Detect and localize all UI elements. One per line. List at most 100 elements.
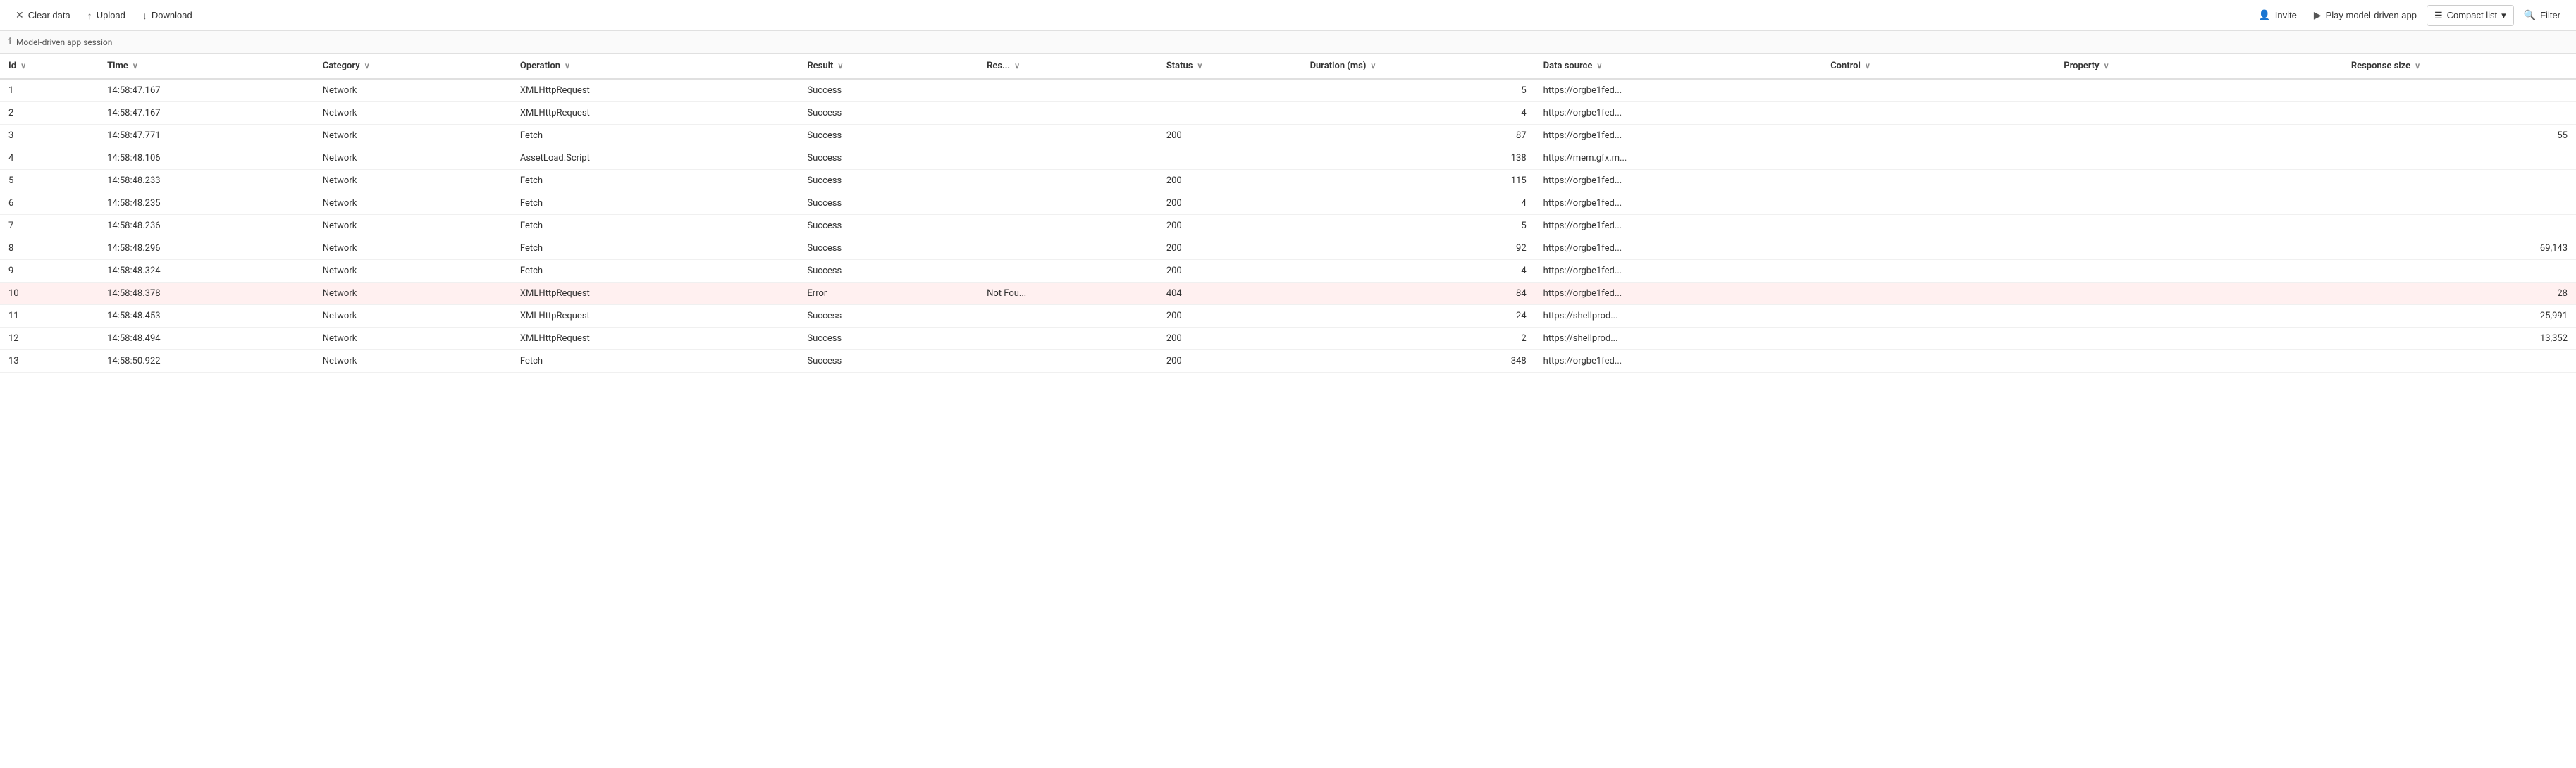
cell-responsesize: 25,991 bbox=[2343, 305, 2576, 328]
table-row[interactable]: 814:58:48.296NetworkFetchSuccess20092htt… bbox=[0, 237, 2576, 260]
col-header-res[interactable]: Res... ∨ bbox=[978, 54, 1158, 79]
cell-status bbox=[1158, 102, 1302, 125]
table-row[interactable]: 414:58:48.106NetworkAssetLoad.ScriptSucc… bbox=[0, 147, 2576, 170]
col-header-responsesize[interactable]: Response size ∨ bbox=[2343, 54, 2576, 79]
cell-result: Success bbox=[799, 260, 978, 283]
cell-time: 14:58:47.167 bbox=[99, 79, 314, 102]
cell-responsesize bbox=[2343, 79, 2576, 102]
cell-responsesize: 69,143 bbox=[2343, 237, 2576, 260]
cell-datasource: https://shellprod... bbox=[1535, 328, 1823, 350]
clear-data-label: Clear data bbox=[28, 10, 70, 20]
sort-icon-time: ∨ bbox=[133, 61, 138, 70]
col-header-time[interactable]: Time ∨ bbox=[99, 54, 314, 79]
toolbar: ✕ Clear data ↑ Upload ↓ Download 👤 Invit… bbox=[0, 0, 2576, 31]
cell-status: 200 bbox=[1158, 215, 1302, 237]
cell-responsesize bbox=[2343, 350, 2576, 373]
compact-list-button[interactable]: ☰ Compact list ▾ bbox=[2427, 5, 2514, 26]
cell-control bbox=[1822, 283, 2055, 305]
cell-duration: 4 bbox=[1302, 192, 1535, 215]
cell-responsesize bbox=[2343, 260, 2576, 283]
table-row[interactable]: 1014:58:48.378NetworkXMLHttpRequestError… bbox=[0, 283, 2576, 305]
cell-operation: XMLHttpRequest bbox=[512, 305, 799, 328]
cell-result: Error bbox=[799, 283, 978, 305]
cell-property bbox=[2055, 283, 2343, 305]
table-header-row: Id ∨ Time ∨ Category ∨ bbox=[0, 54, 2576, 79]
cell-status bbox=[1158, 79, 1302, 102]
play-label: Play model-driven app bbox=[2326, 10, 2417, 20]
cell-control bbox=[1822, 102, 2055, 125]
cell-operation: Fetch bbox=[512, 192, 799, 215]
invite-label: Invite bbox=[2275, 10, 2297, 20]
toolbar-right: 👤 Invite ▶ Play model-driven app ☰ Compa… bbox=[2251, 5, 2568, 26]
cell-operation: XMLHttpRequest bbox=[512, 79, 799, 102]
cell-control bbox=[1822, 125, 2055, 147]
sort-icon-responsesize: ∨ bbox=[2415, 61, 2420, 70]
col-header-control[interactable]: Control ∨ bbox=[1822, 54, 2055, 79]
cell-category: Network bbox=[314, 328, 512, 350]
cell-id: 2 bbox=[0, 102, 99, 125]
invite-button[interactable]: 👤 Invite bbox=[2251, 5, 2304, 25]
sort-icon-res: ∨ bbox=[1014, 61, 1020, 70]
table-row[interactable]: 214:58:47.167NetworkXMLHttpRequestSucces… bbox=[0, 102, 2576, 125]
cell-time: 14:58:48.378 bbox=[99, 283, 314, 305]
cell-id: 11 bbox=[0, 305, 99, 328]
cell-id: 7 bbox=[0, 215, 99, 237]
table-row[interactable]: 1114:58:48.453NetworkXMLHttpRequestSucce… bbox=[0, 305, 2576, 328]
cell-duration: 84 bbox=[1302, 283, 1535, 305]
play-model-driven-app-button[interactable]: ▶ Play model-driven app bbox=[2307, 5, 2424, 25]
cell-res bbox=[978, 305, 1158, 328]
cell-result: Success bbox=[799, 79, 978, 102]
table-row[interactable]: 514:58:48.233NetworkFetchSuccess200115ht… bbox=[0, 170, 2576, 192]
col-header-duration[interactable]: Duration (ms) ∨ bbox=[1302, 54, 1535, 79]
table-row[interactable]: 914:58:48.324NetworkFetchSuccess2004http… bbox=[0, 260, 2576, 283]
col-header-id[interactable]: Id ∨ bbox=[0, 54, 99, 79]
cell-operation: Fetch bbox=[512, 215, 799, 237]
cell-id: 1 bbox=[0, 79, 99, 102]
download-button[interactable]: ↓ Download bbox=[135, 6, 199, 25]
clear-data-button[interactable]: ✕ Clear data bbox=[8, 5, 78, 25]
col-header-result[interactable]: Result ∨ bbox=[799, 54, 978, 79]
cell-duration: 87 bbox=[1302, 125, 1535, 147]
session-label: Model-driven app session bbox=[16, 37, 112, 47]
table-row[interactable]: 1314:58:50.922NetworkFetchSuccess200348h… bbox=[0, 350, 2576, 373]
cell-res bbox=[978, 79, 1158, 102]
clear-icon: ✕ bbox=[16, 9, 24, 21]
col-header-property[interactable]: Property ∨ bbox=[2055, 54, 2343, 79]
table-row[interactable]: 614:58:48.235NetworkFetchSuccess2004http… bbox=[0, 192, 2576, 215]
cell-control bbox=[1822, 147, 2055, 170]
table-body: 114:58:47.167NetworkXMLHttpRequestSucces… bbox=[0, 79, 2576, 373]
cell-res bbox=[978, 350, 1158, 373]
table-row[interactable]: 714:58:48.236NetworkFetchSuccess2005http… bbox=[0, 215, 2576, 237]
cell-control bbox=[1822, 215, 2055, 237]
cell-property bbox=[2055, 260, 2343, 283]
filter-icon: 🔍 bbox=[2524, 9, 2536, 21]
col-header-operation[interactable]: Operation ∨ bbox=[512, 54, 799, 79]
table-row[interactable]: 1214:58:48.494NetworkXMLHttpRequestSucce… bbox=[0, 328, 2576, 350]
cell-duration: 4 bbox=[1302, 102, 1535, 125]
data-table: Id ∨ Time ∨ Category ∨ bbox=[0, 54, 2576, 373]
cell-property bbox=[2055, 170, 2343, 192]
cell-property bbox=[2055, 192, 2343, 215]
upload-button[interactable]: ↑ Upload bbox=[80, 6, 133, 25]
cell-id: 6 bbox=[0, 192, 99, 215]
cell-datasource: https://orgbe1fed... bbox=[1535, 350, 1823, 373]
download-icon: ↓ bbox=[142, 10, 147, 21]
table-row[interactable]: 314:58:47.771NetworkFetchSuccess20087htt… bbox=[0, 125, 2576, 147]
col-header-datasource[interactable]: Data source ∨ bbox=[1535, 54, 1823, 79]
cell-datasource: https://orgbe1fed... bbox=[1535, 79, 1823, 102]
cell-control bbox=[1822, 260, 2055, 283]
cell-category: Network bbox=[314, 147, 512, 170]
cell-res bbox=[978, 328, 1158, 350]
cell-id: 3 bbox=[0, 125, 99, 147]
cell-id: 8 bbox=[0, 237, 99, 260]
col-header-category[interactable]: Category ∨ bbox=[314, 54, 512, 79]
filter-button[interactable]: 🔍 Filter bbox=[2517, 5, 2568, 25]
col-header-status[interactable]: Status ∨ bbox=[1158, 54, 1302, 79]
cell-result: Success bbox=[799, 170, 978, 192]
cell-time: 14:58:48.296 bbox=[99, 237, 314, 260]
cell-category: Network bbox=[314, 102, 512, 125]
cell-id: 12 bbox=[0, 328, 99, 350]
table-row[interactable]: 114:58:47.167NetworkXMLHttpRequestSucces… bbox=[0, 79, 2576, 102]
cell-time: 14:58:48.233 bbox=[99, 170, 314, 192]
person-icon: 👤 bbox=[2258, 9, 2270, 21]
